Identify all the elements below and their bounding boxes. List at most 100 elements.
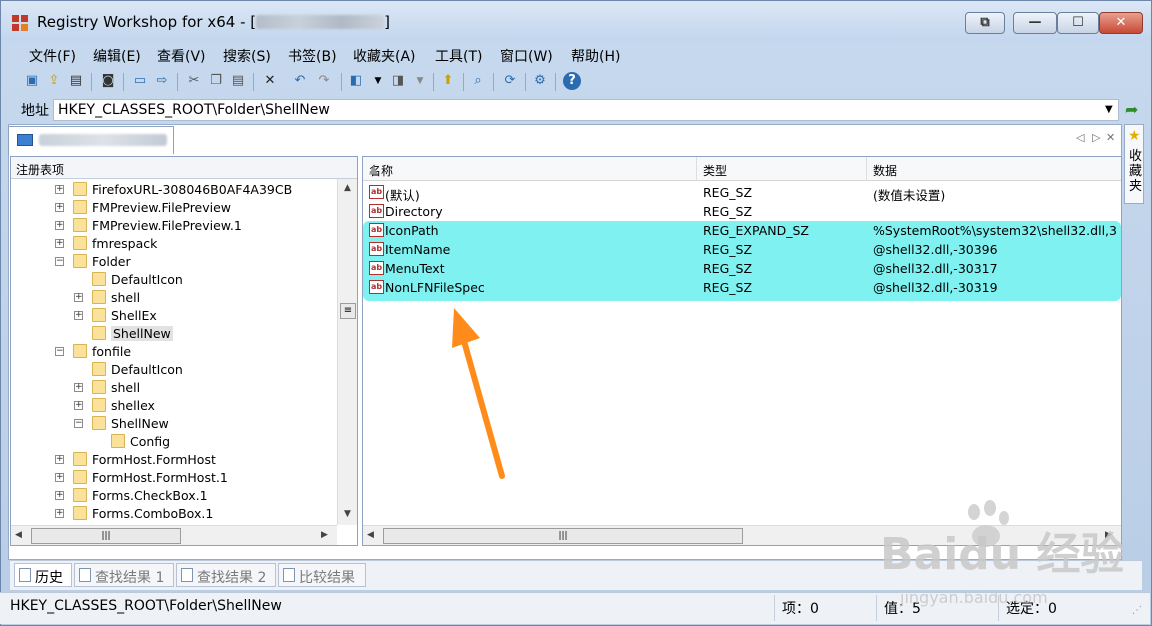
- address-input[interactable]: HKEY_CLASSES_ROOT\Folder\ShellNew: [53, 99, 1119, 121]
- tree-item[interactable]: + Forms.CheckBox.1: [11, 487, 337, 505]
- delete-icon[interactable]: ✕: [261, 72, 279, 90]
- tree-item[interactable]: + FMPreview.FilePreview: [11, 199, 337, 217]
- address-dropdown-icon[interactable]: ▼: [1105, 104, 1113, 115]
- tree-item[interactable]: + ShellEx: [11, 307, 337, 325]
- go-arrow-icon[interactable]: ➦: [1125, 100, 1138, 119]
- menu-help[interactable]: 帮助(H): [571, 46, 620, 66]
- tree-vertical-scrollbar[interactable]: ▲ ≡ ▼: [337, 179, 357, 525]
- tree-item[interactable]: + fmrespack: [11, 235, 337, 253]
- tab-history[interactable]: 历史: [14, 563, 72, 587]
- tree-item[interactable]: + Forms.ComboBox.1: [11, 505, 337, 523]
- collapse-icon[interactable]: −: [55, 257, 64, 266]
- value-row[interactable]: ab ItemName REG_SZ @shell32.dll,-30396: [365, 240, 1121, 259]
- scroll-left-icon[interactable]: ◀: [15, 530, 22, 540]
- tab-find-results-1[interactable]: 查找结果 1: [74, 563, 174, 587]
- find-icon[interactable]: ⌕: [469, 72, 487, 90]
- menu-view[interactable]: 查看(V): [157, 46, 206, 66]
- tree-item[interactable]: − ShellNew: [11, 415, 337, 433]
- tree-item[interactable]: + FirefoxURL-308046B0AF4A39CB: [11, 181, 337, 199]
- settings-icon[interactable]: ⚙: [531, 72, 549, 90]
- tree-item[interactable]: DefaultIcon: [11, 361, 337, 379]
- open-icon[interactable]: ▣: [23, 72, 41, 90]
- column-data[interactable]: 数据: [867, 157, 1121, 181]
- expand-icon[interactable]: +: [55, 185, 64, 194]
- minimize-button[interactable]: —: [1013, 12, 1057, 34]
- maximize-button[interactable]: ☐: [1057, 12, 1099, 34]
- computer-icon[interactable]: ▭: [131, 72, 149, 90]
- tree-item[interactable]: Config: [11, 433, 337, 451]
- value-row[interactable]: ab NonLFNFileSpec REG_SZ @shell32.dll,-3031…: [365, 278, 1121, 297]
- menu-edit[interactable]: 编辑(E): [93, 46, 141, 66]
- value-row[interactable]: ab (默认) REG_SZ (数值未设置): [365, 183, 1121, 203]
- scroll-right-icon[interactable]: ▶: [321, 530, 328, 540]
- menu-tools[interactable]: 工具(T): [435, 46, 482, 66]
- close-button[interactable]: ✕: [1099, 12, 1143, 34]
- menu-file[interactable]: 文件(F): [29, 46, 76, 66]
- tree-item[interactable]: DefaultIcon: [11, 271, 337, 289]
- tree-item[interactable]: + shell: [11, 289, 337, 307]
- value-row[interactable]: ab IconPath REG_EXPAND_SZ %SystemRoot%\syst…: [365, 221, 1121, 240]
- scroll-thumb[interactable]: ≡: [340, 303, 356, 319]
- scroll-left-icon[interactable]: ◀: [367, 530, 374, 540]
- expand-icon[interactable]: +: [74, 383, 83, 392]
- expand-icon[interactable]: +: [55, 473, 64, 482]
- value-row[interactable]: ab Directory REG_SZ: [365, 202, 1121, 221]
- import-icon[interactable]: ⇪: [45, 72, 63, 90]
- favorites-side-tab[interactable]: ★ 收藏夹: [1124, 124, 1144, 204]
- tree-item[interactable]: + FormHost.FormHost: [11, 451, 337, 469]
- document-tab[interactable]: [8, 126, 174, 154]
- expand-icon[interactable]: +: [55, 221, 64, 230]
- back-dropdown-icon[interactable]: ▼: [369, 72, 387, 90]
- expand-icon[interactable]: +: [55, 203, 64, 212]
- expand-icon[interactable]: +: [55, 491, 64, 500]
- paste-icon[interactable]: ▤: [229, 72, 247, 90]
- save-icon[interactable]: ▤: [67, 72, 85, 90]
- expand-icon[interactable]: +: [55, 239, 64, 248]
- tab-compare-results[interactable]: 比较结果: [278, 563, 366, 587]
- expand-icon[interactable]: +: [74, 311, 83, 320]
- collapse-icon[interactable]: −: [55, 347, 64, 356]
- registry-app-icon: [12, 15, 28, 31]
- scroll-thumb[interactable]: |||: [383, 528, 743, 544]
- column-type[interactable]: 类型: [697, 157, 867, 181]
- menu-favorites[interactable]: 收藏夹(A): [353, 46, 416, 66]
- column-name[interactable]: 名称 ▲: [363, 157, 697, 181]
- collapse-icon[interactable]: −: [74, 419, 83, 428]
- expand-icon[interactable]: +: [74, 401, 83, 410]
- menu-window[interactable]: 窗口(W): [500, 46, 553, 66]
- menu-search[interactable]: 搜索(S): [223, 46, 271, 66]
- tree-item[interactable]: − fonfile: [11, 343, 337, 361]
- undo-icon[interactable]: ↶: [291, 72, 309, 90]
- tab-find-results-2[interactable]: 查找结果 2: [176, 563, 276, 587]
- back-icon[interactable]: ◧: [347, 72, 365, 90]
- menu-bookmarks[interactable]: 书签(B): [288, 46, 337, 66]
- cut-icon[interactable]: ✂: [185, 72, 203, 90]
- scroll-down-icon[interactable]: ▼: [344, 509, 351, 519]
- tree-item[interactable]: − Folder: [11, 253, 337, 271]
- refresh-icon[interactable]: ⟳: [501, 72, 519, 90]
- scroll-thumb[interactable]: |||: [31, 528, 181, 544]
- tree-item[interactable]: + FormHost.FormHost.1: [11, 469, 337, 487]
- value-row[interactable]: ab MenuText REG_SZ @shell32.dll,-30317: [365, 259, 1121, 278]
- connect-icon[interactable]: ⇨: [153, 72, 171, 90]
- tree-item[interactable]: + FMPreview.FilePreview.1: [11, 217, 337, 235]
- scroll-up-icon[interactable]: ▲: [344, 183, 351, 193]
- up-folder-icon[interactable]: ⬆: [439, 72, 457, 90]
- tree-horizontal-scrollbar[interactable]: ◀ ||| ▶: [11, 525, 337, 545]
- forward-icon[interactable]: ◨: [389, 72, 407, 90]
- forward-dropdown-icon[interactable]: ▼: [411, 72, 429, 90]
- expand-icon[interactable]: +: [55, 509, 64, 518]
- help-icon[interactable]: ?: [563, 72, 581, 90]
- tab-prev-icon[interactable]: ◁: [1076, 131, 1084, 144]
- restore-window-button[interactable]: ⧉: [965, 12, 1005, 34]
- tree-item[interactable]: ShellNew: [11, 325, 337, 343]
- expand-icon[interactable]: +: [55, 455, 64, 464]
- tree-item[interactable]: + shellex: [11, 397, 337, 415]
- copy-icon[interactable]: ❐: [207, 72, 225, 90]
- tab-next-icon[interactable]: ▷: [1092, 131, 1100, 144]
- redo-icon[interactable]: ↷: [315, 72, 333, 90]
- print-icon[interactable]: ◙: [99, 72, 117, 90]
- tree-item[interactable]: + shell: [11, 379, 337, 397]
- tab-close-icon[interactable]: ✕: [1106, 131, 1115, 144]
- expand-icon[interactable]: +: [74, 293, 83, 302]
